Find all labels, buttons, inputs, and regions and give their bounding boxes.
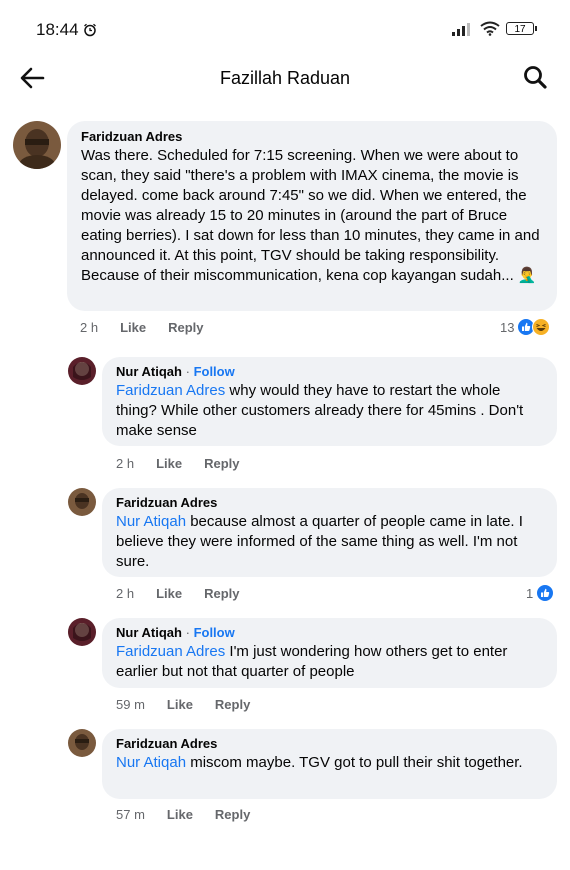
comment-text: Nur Atiqah miscom maybe. TGV got to pull… [116, 753, 543, 773]
wifi-icon [480, 21, 500, 36]
mention-link[interactable]: Faridzuan Adres [116, 382, 225, 399]
follow-button[interactable]: Follow [194, 625, 235, 640]
header: Fazillah Raduan [0, 58, 570, 98]
comment-text: Was there. Scheduled for 7:15 screening.… [81, 146, 543, 286]
avatar-image [68, 357, 96, 385]
comment-actions: 2 h Like Reply [80, 320, 204, 335]
comment-author[interactable]: Nur Atiqah [116, 625, 182, 640]
reply-button[interactable]: Reply [204, 456, 239, 471]
comment-time: 2 h [80, 320, 99, 335]
comment-author-line: Nur Atiqah · Follow [116, 625, 543, 640]
comment-text-content: miscom maybe. TGV got to pull their shit… [186, 754, 523, 771]
reply-button[interactable]: Reply [204, 586, 239, 601]
reaction-summary[interactable]: 1 [526, 584, 555, 602]
comment-text: Faridzuan Adres I'm just wondering how o… [116, 642, 543, 682]
comment-author[interactable]: Faridzuan Adres [116, 495, 543, 510]
comment-actions: 2 h Like Reply [116, 586, 240, 601]
avatar[interactable] [68, 488, 96, 516]
comment-time: 57 m [116, 807, 145, 822]
comment-actions: 57 m Like Reply [116, 807, 250, 822]
avatar-image [68, 729, 96, 757]
reaction-count: 1 [526, 585, 534, 601]
avatar-image [68, 618, 96, 646]
avatar-image [68, 488, 96, 516]
comment-bubble[interactable]: Nur Atiqah · Follow Faridzuan Adres why … [102, 357, 557, 446]
comment-author[interactable]: Faridzuan Adres [116, 736, 543, 751]
status-bar: 18:44 17 [0, 0, 570, 60]
like-button[interactable]: Like [167, 807, 193, 822]
page-title: Fazillah Raduan [219, 68, 351, 88]
battery-icon: 17 [506, 22, 537, 35]
comment-time: 2 h [116, 586, 135, 601]
avatar[interactable] [13, 121, 61, 169]
status-time-group: 18:44 [36, 20, 97, 40]
follow-separator: · [185, 625, 190, 640]
reply-button[interactable]: Reply [168, 320, 203, 335]
status-right: 17 [452, 21, 537, 36]
avatar[interactable] [68, 729, 96, 757]
haha-reaction-icon [532, 318, 551, 336]
signal-icon [452, 22, 470, 36]
comment-text: Faridzuan Adres why would they have to r… [116, 381, 543, 441]
comment-bubble[interactable]: Nur Atiqah · Follow Faridzuan Adres I'm … [102, 618, 557, 688]
like-reaction-icon [536, 584, 555, 602]
comment-actions: 59 m Like Reply [116, 697, 250, 712]
like-button[interactable]: Like [120, 320, 146, 335]
comment-author-line: Nur Atiqah · Follow [116, 364, 543, 379]
reply-button[interactable]: Reply [215, 807, 250, 822]
reaction-summary[interactable]: 13 [500, 318, 551, 336]
comment-time: 2 h [116, 456, 135, 471]
comment-text: Nur Atiqah because almost a quarter of p… [116, 512, 543, 572]
like-button[interactable]: Like [156, 586, 182, 601]
mention-link[interactable]: Nur Atiqah [116, 754, 186, 771]
comment-author[interactable]: Faridzuan Adres [81, 129, 543, 144]
comment-bubble[interactable]: Faridzuan Adres Was there. Scheduled for… [67, 121, 557, 311]
comment-author[interactable]: Nur Atiqah [116, 364, 182, 379]
follow-separator: · [185, 364, 190, 379]
comment-bubble[interactable]: Faridzuan Adres Nur Atiqah miscom maybe.… [102, 729, 557, 799]
avatar[interactable] [68, 357, 96, 385]
mention-link[interactable]: Nur Atiqah [116, 513, 186, 530]
like-button[interactable]: Like [167, 697, 193, 712]
alarm-icon [83, 23, 96, 37]
comment-time: 59 m [116, 697, 145, 712]
reaction-count: 13 [500, 319, 515, 335]
status-time: 18:44 [36, 20, 79, 39]
comment-text-content: Was there. Scheduled for 7:15 screening.… [81, 147, 540, 284]
reply-button[interactable]: Reply [215, 697, 250, 712]
comment-bubble[interactable]: Faridzuan Adres Nur Atiqah because almos… [102, 488, 557, 577]
mention-link[interactable]: Faridzuan Adres [116, 643, 225, 660]
follow-button[interactable]: Follow [194, 364, 235, 379]
search-icon[interactable] [522, 64, 548, 90]
avatar-image [13, 121, 61, 169]
like-button[interactable]: Like [156, 456, 182, 471]
comment-actions: 2 h Like Reply [116, 456, 240, 471]
facepalm-emoji: 🤦‍♂️ [517, 267, 537, 284]
avatar[interactable] [68, 618, 96, 646]
